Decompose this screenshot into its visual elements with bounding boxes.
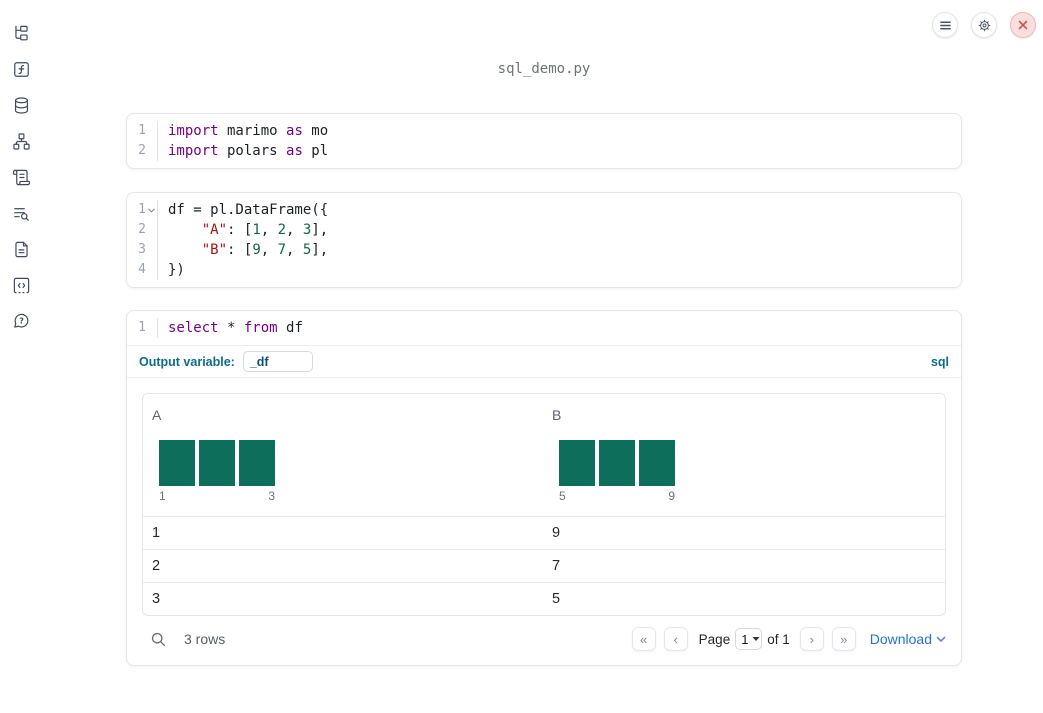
scratchpad-icon[interactable]	[9, 273, 33, 297]
search-rows-button[interactable]	[150, 631, 167, 648]
svg-text:?: ?	[19, 316, 24, 325]
histogram-bar	[199, 440, 235, 486]
table-cell: 3	[152, 591, 161, 607]
table-column-headers: A13B59	[143, 394, 945, 516]
code-editor[interactable]: 1 import marimo as mo 2 import polars as pl	[127, 114, 961, 168]
table-cell: 9	[552, 525, 561, 541]
next-page-button[interactable]: ›	[799, 627, 824, 651]
datasources-icon[interactable]	[9, 93, 33, 117]
code-text: select * from df	[168, 320, 303, 336]
prev-page-button[interactable]: ‹	[663, 627, 688, 651]
code-line[interactable]: 1 import marimo as mo	[127, 121, 961, 141]
histogram-bar	[159, 440, 195, 486]
code-cell-dataframe[interactable]: 1 df = pl.DataFrame({2 "A": [1, 2, 3], 3 "…	[126, 192, 962, 288]
histogram-bar	[639, 440, 675, 486]
sql-meta-row: Output variable: sql	[127, 346, 961, 377]
page-label: Page	[698, 631, 731, 647]
page-of-label: of 1	[767, 631, 790, 647]
code-line[interactable]: 3 "B": [9, 7, 5],	[127, 240, 961, 260]
code-line[interactable]: 1 select * from df	[127, 318, 961, 338]
line-number: 4	[127, 260, 158, 280]
download-label: Download	[869, 631, 932, 647]
output-variable-input[interactable]	[242, 351, 313, 372]
table-cell: 1	[152, 525, 161, 541]
row-count: 3 rows	[184, 631, 226, 647]
pagination: « ‹ Page 1 of 1 › » Download	[631, 627, 946, 651]
table-row[interactable]: 27	[143, 549, 945, 582]
sql-cell[interactable]: 1 select * from df Output variable: sql A…	[126, 310, 962, 666]
table-cell: 2	[152, 558, 161, 574]
helper-panel-sidebar: ?	[9, 21, 33, 345]
code-text: import marimo as mo	[168, 123, 329, 139]
column-name: B	[552, 407, 562, 423]
histogram-max-label: 3	[268, 489, 275, 503]
line-number: 3	[127, 240, 158, 260]
output-variable-label: Output variable:	[139, 354, 235, 369]
column-histogram: 13	[159, 440, 275, 504]
notebook-menu-button[interactable]	[932, 12, 958, 38]
code-text: "A": [1, 2, 3],	[201, 222, 329, 238]
line-number: 2	[127, 141, 158, 161]
line-number: 2	[127, 220, 158, 240]
table-of-contents-search-icon[interactable]	[9, 201, 33, 225]
line-number: 1	[127, 318, 158, 338]
code-line[interactable]: 2 "A": [1, 2, 3],	[127, 220, 961, 240]
hamburger-menu-icon	[939, 21, 951, 29]
fold-chevron-icon[interactable]	[147, 206, 156, 215]
chevron-down-icon	[936, 636, 946, 642]
dependency-graph-icon[interactable]	[9, 129, 33, 153]
file-explorer-icon[interactable]	[9, 21, 33, 45]
help-icon[interactable]: ?	[9, 309, 33, 333]
top-right-actions	[932, 12, 1036, 38]
table-row[interactable]: 19	[143, 516, 945, 549]
column-header-a[interactable]: A13	[143, 407, 543, 504]
shutdown-button[interactable]	[1010, 12, 1036, 38]
table-cell: 7	[552, 558, 561, 574]
line-number: 1	[127, 200, 158, 220]
page-select-wrap: 1	[735, 628, 763, 650]
last-page-button[interactable]: »	[831, 627, 856, 651]
code-editor[interactable]: 1 df = pl.DataFrame({2 "A": [1, 2, 3], 3 "…	[127, 193, 961, 287]
settings-button[interactable]	[971, 12, 997, 38]
notebook-filename[interactable]: sql_demo.py	[126, 61, 962, 77]
histogram-max-label: 9	[668, 489, 675, 503]
logs-icon[interactable]	[9, 165, 33, 189]
page-select[interactable]: 1	[735, 628, 763, 650]
histogram-bar	[599, 440, 635, 486]
line-number: 1	[127, 121, 158, 141]
table-rows: 192735	[143, 516, 945, 615]
table-output-area: A13B59 192735 3 rows « ‹ Page 1 of 1 › »…	[127, 377, 961, 665]
column-name: A	[152, 407, 162, 423]
code-text: "B": [9, 7, 5],	[201, 242, 329, 258]
histogram-min-label: 1	[159, 489, 166, 503]
histogram-bar	[559, 440, 595, 486]
table-cell: 5	[552, 591, 561, 607]
search-icon	[151, 632, 166, 646]
code-cell-imports[interactable]: 1 import marimo as mo 2 import polars as pl	[126, 113, 962, 169]
histogram-bar	[239, 440, 275, 486]
download-button[interactable]: Download	[870, 631, 946, 647]
code-text: import polars as pl	[168, 143, 329, 159]
first-page-button[interactable]: «	[631, 627, 656, 651]
close-icon	[1018, 20, 1028, 30]
column-header-b[interactable]: B59	[543, 407, 945, 504]
code-text: df = pl.DataFrame({	[168, 202, 329, 218]
code-line[interactable]: 1 df = pl.DataFrame({	[127, 200, 961, 220]
code-line[interactable]: 4})	[127, 260, 961, 280]
dataframe-table: A13B59 192735	[142, 393, 946, 616]
sql-code-editor[interactable]: 1 select * from df	[127, 311, 961, 345]
table-row[interactable]: 35	[143, 582, 945, 615]
language-badge: sql	[930, 354, 949, 369]
column-histogram: 59	[559, 440, 675, 504]
functions-icon[interactable]	[9, 57, 33, 81]
code-line[interactable]: 2 import polars as pl	[127, 141, 961, 161]
gear-icon	[978, 19, 990, 31]
documentation-icon[interactable]	[9, 237, 33, 261]
marimo-notebook-app: ? sql_demo.py 1 import marimo as mo 2 impor…	[0, 0, 1043, 713]
histogram-min-label: 5	[559, 489, 566, 503]
code-text: })	[168, 262, 185, 278]
table-footer: 3 rows « ‹ Page 1 of 1 › » Download	[142, 616, 946, 665]
